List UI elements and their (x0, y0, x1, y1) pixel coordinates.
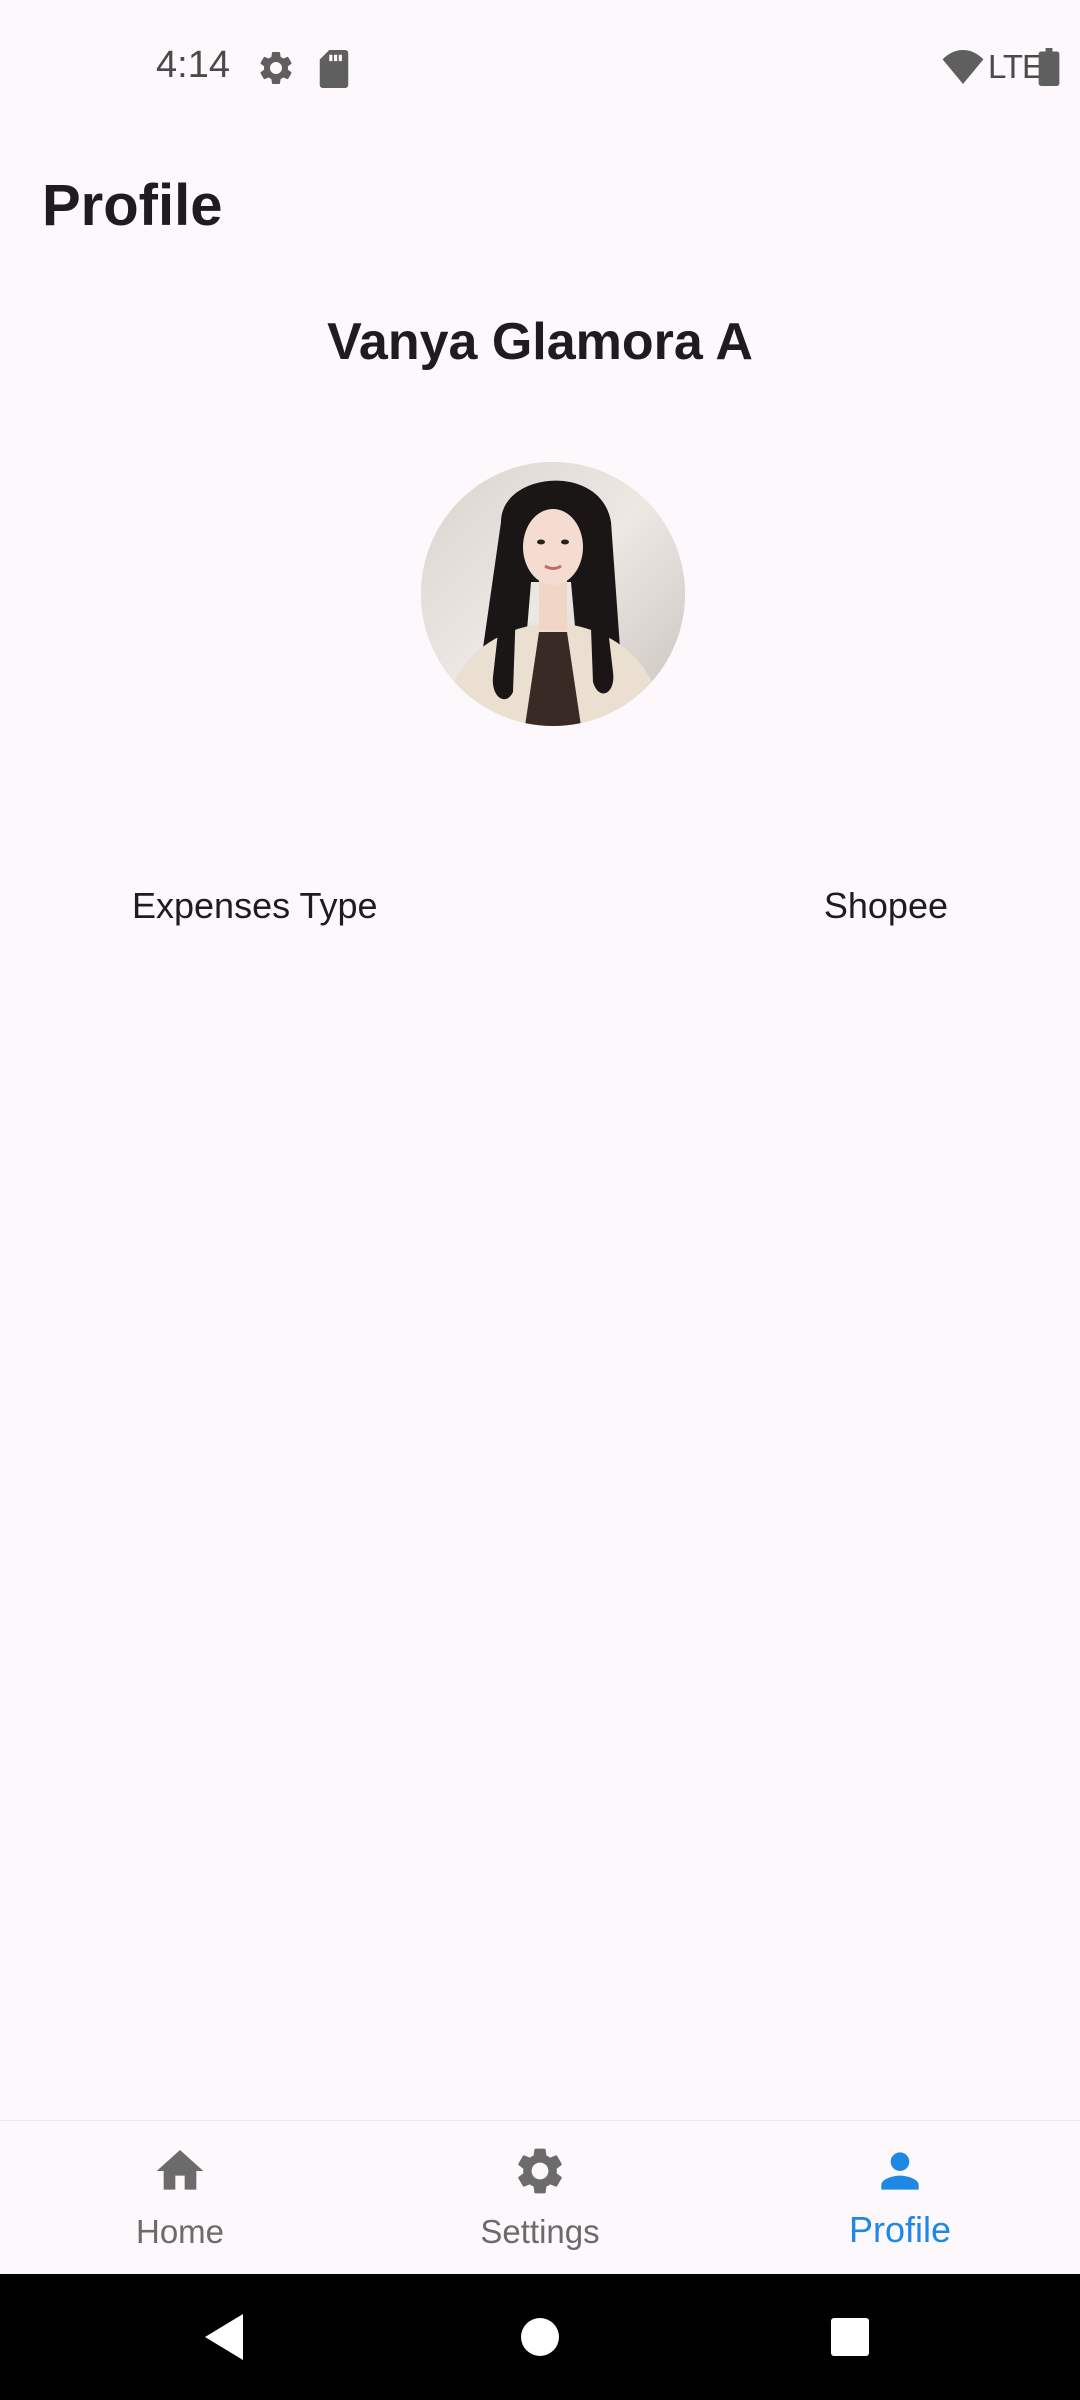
gear-icon (260, 51, 292, 84)
person-icon (881, 2152, 919, 2190)
nav-item-settings[interactable]: Settings (360, 2121, 720, 2275)
home-circle-icon[interactable] (480, 2274, 600, 2400)
expenses-type-value: Shopee (823, 885, 948, 926)
nav-label-settings: Settings (480, 2213, 600, 2250)
recents-icon[interactable] (790, 2274, 910, 2400)
bottom-navigation: Home Settings Profile (0, 2120, 1080, 2274)
settings-icon (518, 2148, 562, 2194)
home-icon (156, 2150, 204, 2190)
battery-icon (1038, 48, 1060, 86)
back-icon[interactable] (165, 2274, 285, 2400)
nav-label-home: Home (135, 2213, 225, 2250)
sd-card-icon (319, 50, 349, 88)
status-time: 4:14 (156, 44, 230, 86)
page-title: Profile (42, 173, 223, 238)
avatar (421, 462, 685, 726)
expenses-type-row: Expenses Type Shopee (0, 885, 1080, 937)
profile-screen: 4:14 LTE Profile Vanya Glamora A Expense… (0, 0, 1080, 2400)
nav-item-home[interactable]: Home (0, 2121, 360, 2275)
avatar-portrait (421, 462, 685, 726)
profile-name: Vanya Glamora A (327, 313, 753, 371)
expenses-type-label: Expenses Type (132, 885, 378, 926)
status-bar: 4:14 LTE (0, 0, 1080, 134)
system-navigation-bar (0, 2274, 1080, 2400)
wifi-icon (942, 50, 984, 84)
nav-label-profile: Profile (848, 2209, 952, 2250)
network-type: LTE (988, 48, 1044, 85)
nav-item-profile[interactable]: Profile (720, 2121, 1080, 2275)
